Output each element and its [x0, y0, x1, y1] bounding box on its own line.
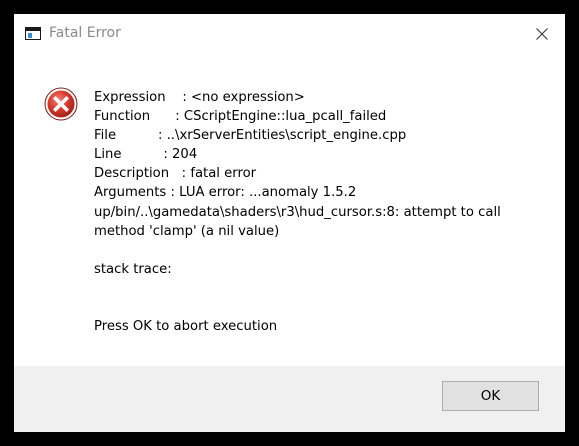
error-message: Expression : <no expression> Function : …	[94, 88, 554, 336]
button-bar: OK	[14, 366, 565, 432]
file-line: File : ..\xrServerEntities\script_engine…	[94, 128, 407, 144]
line-number-line: Line : 204	[94, 147, 198, 163]
description-line: Description : fatal error	[94, 166, 257, 182]
fatal-error-dialog: Fatal Error Expression : <no expression>…	[14, 14, 565, 432]
function-line: Function : CScriptEngine::lua_pcall_fail…	[94, 109, 387, 125]
title-bar: Fatal Error	[14, 14, 565, 54]
close-icon	[536, 28, 548, 40]
abort-prompt: Press OK to abort execution	[94, 319, 278, 335]
app-window-icon	[25, 27, 41, 40]
arguments-line: Arguments : LUA error: ...anomaly 1.5.2 …	[94, 185, 501, 239]
ok-button[interactable]: OK	[442, 381, 539, 411]
close-button[interactable]	[519, 14, 565, 54]
window-title: Fatal Error	[49, 25, 121, 41]
stack-trace-label: stack trace:	[94, 261, 172, 277]
dialog-content: Expression : <no expression> Function : …	[14, 54, 565, 366]
expression-line: Expression : <no expression>	[94, 90, 305, 105]
error-icon	[44, 87, 78, 121]
